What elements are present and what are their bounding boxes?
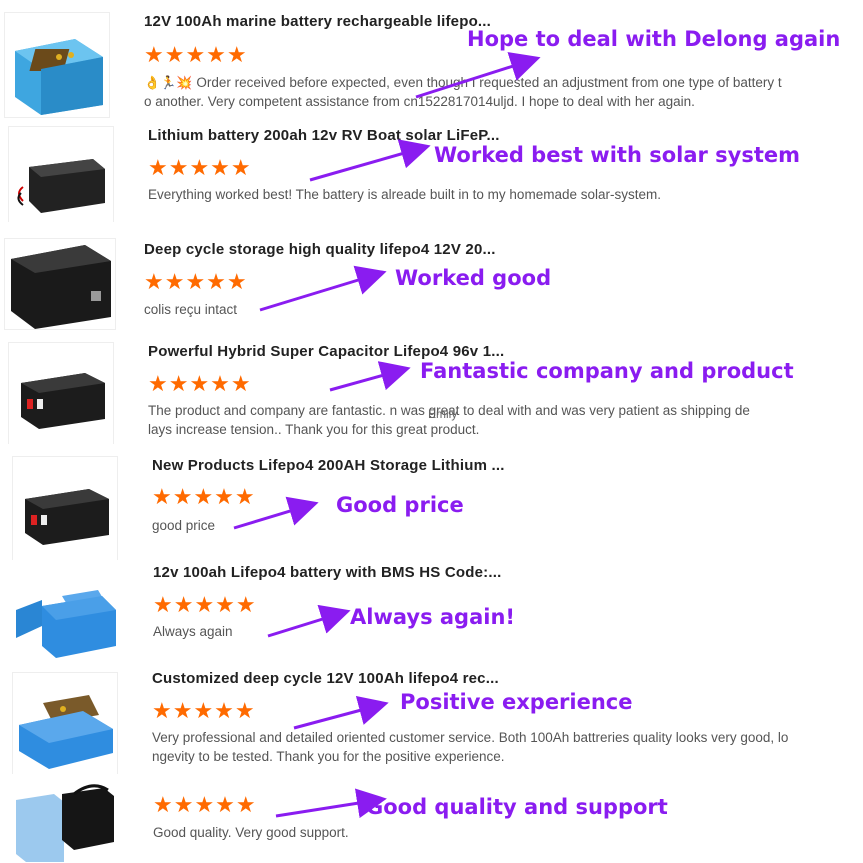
review-line: Very professional and detailed oriented … (152, 730, 789, 745)
product-thumbnail[interactable] (8, 342, 114, 448)
star-rating: ★★★★★ (152, 484, 256, 509)
annotation-text: Worked good (395, 266, 552, 290)
annotation-text: Fantastic company and product (420, 359, 794, 383)
review-text: good price (152, 518, 216, 533)
review-text: Good quality. Very good support. (153, 825, 349, 840)
review-card: New Products Lifepo4 200AH Storage Lithi… (0, 444, 863, 562)
battery-image-icon (13, 457, 117, 561)
product-title[interactable]: 12V 100Ah marine battery rechargeable li… (144, 13, 491, 30)
product-thumbnail[interactable] (12, 456, 118, 562)
product-title[interactable]: 12v 100ah Lifepo4 battery with BMS HS Co… (153, 564, 501, 581)
review-card: Powerful Hybrid Super Capacitor Lifepo4 … (0, 332, 863, 448)
star-rating: ★★★★★ (144, 269, 248, 294)
review-card: Deep cycle storage high quality lifepo4 … (0, 222, 863, 332)
battery-image-icon (14, 780, 118, 862)
product-thumbnail[interactable] (8, 126, 114, 232)
product-thumbnail[interactable] (4, 238, 116, 330)
product-thumbnail[interactable] (12, 566, 116, 670)
annotation-text: Always again! (350, 605, 515, 629)
review-line: o another. Very competent assistance fro… (144, 94, 695, 109)
review-text: 👌🏃💥 Order received before expected, even… (144, 73, 859, 111)
overlay-name: Emily (428, 407, 458, 421)
star-rating: ★★★★★ (152, 698, 256, 723)
review-text: The product and company are fantastic. n… (148, 401, 860, 439)
emoji-icons: 👌🏃💥 (144, 75, 193, 90)
review-card: 12V 100Ah marine battery rechargeable li… (0, 0, 863, 118)
product-title[interactable]: Deep cycle storage high quality lifepo4 … (144, 241, 496, 258)
review-line: ngevity to be tested. Thank you for the … (152, 749, 505, 764)
review-text: colis reçu intact (144, 302, 238, 317)
review-card: Lithium battery 200ah 12v RV Boat solar … (0, 118, 863, 232)
review-line: lays increase tension.. Thank you for th… (148, 422, 480, 437)
review-text: Everything worked best! The battery is a… (148, 187, 661, 202)
product-title[interactable]: Customized deep cycle 12V 100Ah lifepo4 … (152, 670, 499, 687)
product-title[interactable]: New Products Lifepo4 200AH Storage Lithi… (152, 457, 505, 474)
star-rating: ★★★★★ (144, 42, 248, 67)
annotation-text: Good quality and support (366, 795, 668, 819)
product-thumbnail[interactable] (14, 780, 118, 862)
annotation-text: Good price (336, 493, 464, 517)
product-title[interactable]: Lithium battery 200ah 12v RV Boat solar … (148, 127, 500, 144)
star-rating: ★★★★★ (148, 371, 252, 396)
review-card: 12v 100ah Lifepo4 battery with BMS HS Co… (0, 560, 863, 670)
review-card: Customized deep cycle 12V 100Ah lifepo4 … (0, 664, 863, 778)
battery-image-icon (13, 673, 117, 777)
star-rating: ★★★★★ (153, 592, 257, 617)
product-thumbnail[interactable] (4, 12, 110, 118)
product-title[interactable]: Powerful Hybrid Super Capacitor Lifepo4 … (148, 343, 504, 360)
battery-image-icon (5, 13, 109, 117)
battery-image-icon (5, 239, 115, 329)
annotation-text: Hope to deal with Delong again (467, 27, 841, 51)
review-line: Order received before expected, even tho… (196, 75, 782, 90)
annotation-text: Worked best with solar system (434, 143, 801, 167)
review-card: ★★★★★ Good quality. Very good support. G… (0, 774, 863, 863)
review-text: Very professional and detailed oriented … (152, 728, 862, 766)
annotation-text: Positive experience (400, 690, 633, 714)
battery-image-icon (12, 566, 116, 670)
battery-image-icon (9, 343, 113, 447)
star-rating: ★★★★★ (153, 792, 257, 817)
battery-image-icon (9, 127, 113, 231)
star-rating: ★★★★★ (148, 155, 252, 180)
product-thumbnail[interactable] (12, 672, 118, 778)
